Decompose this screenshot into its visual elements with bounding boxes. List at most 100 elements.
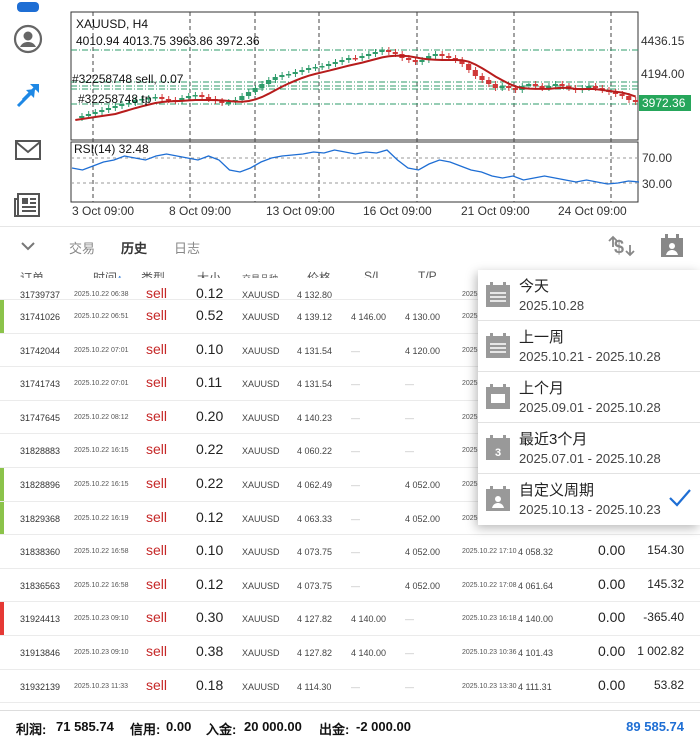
period-label: 今天 bbox=[519, 278, 550, 295]
candle-body bbox=[586, 86, 592, 88]
tab-journal[interactable]: 日志 bbox=[174, 238, 200, 257]
time-cell: 2025.10.22 16:15 bbox=[74, 480, 129, 488]
candle-body bbox=[252, 88, 258, 92]
candle-body bbox=[245, 92, 252, 96]
candle-body bbox=[92, 112, 98, 114]
volume-cell: 0.10 bbox=[196, 542, 224, 559]
symbol-cell: XAUUSD bbox=[242, 379, 280, 390]
table-row[interactable]: 31836563 2025.10.22 16:58 sell 0.12 XAUUSD 4 … bbox=[0, 568, 700, 603]
period-option[interactable]: 3 最近3个月 2025.07.01 - 2025.10.28 bbox=[478, 423, 700, 474]
symbol-cell: XAUUSD bbox=[242, 446, 280, 457]
candle-body bbox=[546, 86, 552, 88]
tp-cell: — bbox=[405, 446, 414, 457]
swap-cell: 0.00 bbox=[598, 642, 626, 659]
candle-body bbox=[559, 84, 565, 86]
sl-cell: — bbox=[351, 513, 360, 524]
volume-cell: 0.22 bbox=[196, 441, 224, 458]
volume-cell: 0.20 bbox=[196, 407, 224, 424]
period-option[interactable]: 上个月 2025.09.01 - 2025.10.28 bbox=[478, 372, 700, 423]
candle-body bbox=[552, 84, 558, 86]
ticket-cell: 31924413 bbox=[20, 614, 61, 625]
candle-body bbox=[112, 106, 118, 108]
tab-trade[interactable]: 交易 bbox=[69, 238, 95, 257]
candle-body bbox=[499, 86, 505, 88]
symbol-cell: XAUUSD bbox=[242, 547, 280, 558]
ticket-cell: 31838360 bbox=[20, 547, 61, 558]
candle-body bbox=[439, 54, 445, 56]
deposit-value: 20 000.00 bbox=[244, 719, 302, 734]
close-time-cell: 2025 bbox=[462, 380, 478, 388]
period-dates: 2025.10.21 - 2025.10.28 bbox=[519, 349, 661, 364]
news-icon[interactable] bbox=[11, 188, 45, 222]
tp-cell: — bbox=[405, 647, 414, 658]
calendar-custom-icon bbox=[485, 485, 511, 518]
profit-cell: 154.30 bbox=[647, 543, 684, 558]
time-cell: 2025.10.23 09:10 bbox=[74, 615, 129, 623]
calendar-period-icon[interactable] bbox=[659, 233, 685, 264]
candle-body bbox=[339, 60, 345, 62]
profit-label: 利润: bbox=[16, 722, 47, 737]
credit-label: 信用: bbox=[130, 722, 161, 737]
order-label-tp: #32258748 tp bbox=[78, 92, 152, 106]
price-cell: 4 127.82 bbox=[297, 647, 333, 658]
close-price-cell: 4 058.32 bbox=[518, 547, 554, 558]
calendar-3-icon: 3 bbox=[485, 434, 511, 467]
ticket-cell: 31932139 bbox=[20, 681, 61, 692]
close-time-cell: 2025 bbox=[462, 346, 478, 354]
table-row[interactable]: 31932139 2025.10.23 11:33 sell 0.18 XAUUSD 4 … bbox=[0, 669, 700, 704]
period-dates: 2025.07.01 - 2025.10.28 bbox=[519, 451, 661, 466]
period-label: 上一周 bbox=[519, 329, 565, 346]
collapse-chevron-icon[interactable] bbox=[20, 239, 36, 258]
swap-cell: 0.00 bbox=[598, 575, 626, 592]
rsi-label: RSI(14) 32.48 bbox=[74, 142, 149, 156]
sl-cell: — bbox=[351, 412, 360, 423]
account-icon[interactable] bbox=[11, 22, 45, 56]
type-cell: sell bbox=[146, 374, 168, 391]
tab-history[interactable]: 历史 bbox=[121, 238, 147, 257]
order-label-sell: #32258748 sell, 0.07 bbox=[72, 72, 184, 86]
moving-average-line bbox=[75, 54, 637, 121]
candle-body bbox=[446, 56, 452, 58]
tp-cell: — bbox=[405, 379, 414, 390]
volume-cell: 0.12 bbox=[196, 575, 224, 592]
candle-body bbox=[292, 72, 298, 74]
candle-body bbox=[592, 86, 598, 88]
candle-body bbox=[225, 102, 232, 104]
price-chart[interactable]: XAUUSD, H4 4010.94 4013.75 3963.86 3972.… bbox=[56, 0, 700, 226]
time-label: 24 Oct 09:00 bbox=[558, 204, 627, 218]
period-label: 上个月 bbox=[519, 380, 565, 397]
calendar-today-icon bbox=[485, 281, 511, 314]
period-option[interactable]: 上一周 2025.10.21 - 2025.10.28 bbox=[478, 321, 700, 372]
candle-body bbox=[205, 97, 212, 99]
type-cell: sell bbox=[146, 340, 168, 357]
tp-cell: 4 052.00 bbox=[405, 580, 441, 591]
period-option[interactable]: 自定义周期 2025.10.13 - 2025.10.23 bbox=[478, 474, 700, 525]
time-label: 16 Oct 09:00 bbox=[363, 204, 432, 218]
symbol-cell: XAUUSD bbox=[242, 647, 280, 658]
candle-body bbox=[312, 67, 318, 69]
candle-body bbox=[152, 97, 158, 99]
candle-body bbox=[619, 94, 625, 96]
candle-body bbox=[305, 68, 312, 70]
period-option[interactable]: 今天 2025.10.28 bbox=[478, 270, 700, 321]
table-row[interactable]: 31913846 2025.10.23 09:10 sell 0.38 XAUUSD 4 … bbox=[0, 635, 700, 670]
rsi-level-30: 30.00 bbox=[642, 177, 673, 191]
symbol-cell: XAUUSD bbox=[242, 345, 280, 356]
mail-icon[interactable] bbox=[11, 133, 45, 167]
candle-body bbox=[432, 54, 438, 56]
table-row[interactable]: 31838360 2025.10.22 16:58 sell 0.10 XAUUSD 4 … bbox=[0, 535, 700, 569]
dollar-sort-icon[interactable]: $ bbox=[606, 233, 636, 266]
symbol-cell: XAUUSD bbox=[242, 312, 280, 322]
time-cell: 2025.10.22 07:01 bbox=[74, 346, 129, 354]
candle-body bbox=[479, 76, 485, 80]
type-cell: sell bbox=[146, 575, 168, 592]
swap-cell: 0.00 bbox=[598, 676, 626, 693]
rsi-line bbox=[71, 149, 640, 185]
symbol-cell: XAUUSD bbox=[242, 580, 280, 591]
period-dates: 2025.10.28 bbox=[519, 298, 585, 313]
table-row[interactable]: 31924413 2025.10.23 09:10 sell 0.30 XAUUSD 4 … bbox=[0, 602, 700, 636]
ticket-cell: 31741026 bbox=[20, 312, 61, 322]
price-cell: 4 127.82 bbox=[297, 614, 333, 625]
trade-arrows-icon[interactable] bbox=[11, 79, 45, 113]
candle-body bbox=[325, 64, 332, 66]
